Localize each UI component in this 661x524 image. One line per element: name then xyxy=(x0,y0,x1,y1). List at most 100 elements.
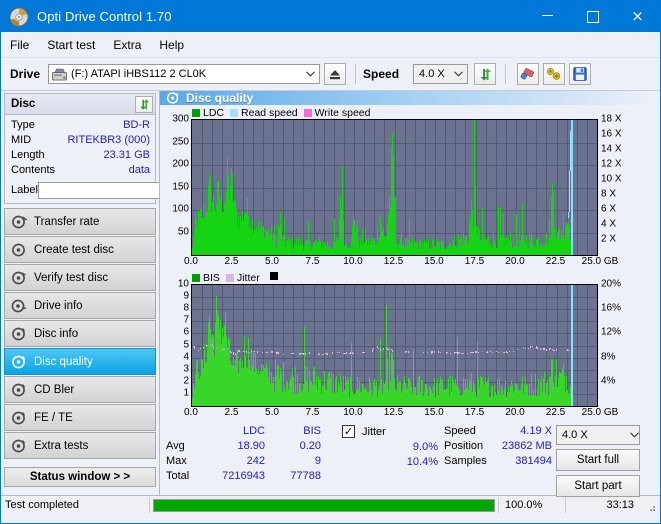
x-tick: 10.0 xyxy=(343,407,363,418)
y-tick: 250 xyxy=(172,136,189,147)
window-title: Opti Drive Control 1.70 xyxy=(37,9,172,24)
y-tick: 1 xyxy=(183,387,189,399)
menu-extra[interactable]: Extra xyxy=(113,38,141,52)
tools-button[interactable] xyxy=(543,63,566,85)
status-window-button[interactable]: Status window > > xyxy=(4,467,156,487)
disc-label-row: Label xyxy=(11,181,240,199)
stats-area: LDC BIS Avg 18.90 0.20 Max 242 9 Total 7… xyxy=(160,421,660,501)
chart-bis-plotrow: 1 2 3 4 5 6 7 8 9 10 4% 8% 12% 16% 20% xyxy=(164,279,656,407)
resize-grip[interactable] xyxy=(646,499,658,511)
erase-button[interactable] xyxy=(517,63,540,85)
x-tick: 12.5 xyxy=(383,407,404,418)
speed-select[interactable]: 4.0 X xyxy=(413,64,469,84)
toolbar-separator xyxy=(355,64,357,84)
save-button[interactable] xyxy=(569,63,592,85)
sidebar-item-cd-bler[interactable]: CD Bler xyxy=(4,376,156,403)
close-icon: × xyxy=(631,7,644,25)
sidebar-item-drive-info[interactable]: Drive info xyxy=(4,292,156,319)
disc-verify-icon xyxy=(11,270,27,286)
y2-tick: 16 X xyxy=(601,128,622,140)
legend-swatch-write-speed xyxy=(303,109,312,117)
y-tick: 9 xyxy=(183,290,189,302)
y2-tick: 16% xyxy=(601,302,622,314)
toolbar-separator-2 xyxy=(505,64,507,84)
disc-key-contents: Contents xyxy=(11,164,56,176)
x-tick: 15.0 xyxy=(424,407,444,418)
chart-bis-plot xyxy=(191,284,598,407)
samples-row: Samples 381494 xyxy=(444,455,552,467)
y-tick: 300 xyxy=(172,113,189,125)
y-tick: 7 xyxy=(183,314,189,326)
jitter-checkbox[interactable]: ✓ xyxy=(342,425,355,438)
sidebar-item-disc-info[interactable]: Disc info xyxy=(4,320,156,347)
measurements-column: Speed 4.19 X Position 23862 MB Samples 3… xyxy=(444,425,552,501)
y2-tick: 18 X xyxy=(601,113,622,125)
speed-value: 4.0 X xyxy=(419,68,445,80)
y-tick: 50 xyxy=(177,226,189,237)
drive-select[interactable]: (F:) ATAPI iHBS112 2 CL0K xyxy=(48,64,321,84)
y-tick: 2 xyxy=(183,375,189,387)
stats-header-ldc: LDC xyxy=(242,425,265,437)
sidebar-item-create-test-disc[interactable]: Create test disc xyxy=(4,236,156,263)
disc-value-contents: data xyxy=(128,164,150,176)
y-tick: 5 xyxy=(183,339,189,350)
y-tick: 100 xyxy=(172,203,189,215)
x-tick: 20.0 xyxy=(505,256,525,267)
jitter-header-row: ✓ Jitter xyxy=(342,425,438,438)
chart-ldc-y2-axis: 2 X 4 X 6 X 8 X 10 X 12 X 14 X 16 X 18 X xyxy=(598,114,630,256)
chart-bis-legend: BIS Jitter xyxy=(164,271,656,284)
test-speed-value: 4.0 X xyxy=(562,429,588,441)
sidebar-label-cd-bler: CD Bler xyxy=(34,383,75,396)
disc-row-type: Type BD-R xyxy=(11,118,150,133)
disc-speed-icon xyxy=(11,214,28,230)
chevron-down-icon-test-speed[interactable] xyxy=(630,429,639,441)
x-tick: 7.5 xyxy=(305,256,320,267)
toolbar: Drive (F:) ATAPI iHBS112 2 CL0K Speed 4.… xyxy=(1,58,660,91)
application-window: Opti Drive Control 1.70 × File Start tes… xyxy=(0,0,661,524)
chevron-down-icon[interactable] xyxy=(302,65,319,83)
chart-ldc-x-axis: 0.0 2.5 5.0 7.5 10.0 12.5 15.0 17.5 20.0 22.5 25.0… xyxy=(184,256,618,270)
start-full-button[interactable]: Start full xyxy=(556,449,640,471)
sidebar-item-transfer-rate[interactable]: Transfer rate xyxy=(4,208,156,235)
close-button[interactable]: × xyxy=(615,1,660,32)
y2-tick: 20% xyxy=(601,278,622,290)
y2-tick: 12% xyxy=(601,326,622,338)
status-text: Test completed xyxy=(5,499,79,511)
sidebar-item-verify-test-disc[interactable]: Verify test disc xyxy=(4,264,156,291)
chart-bis-x-axis: 0.0 2.5 5.0 7.5 10.0 12.5 15.0 17.5 20.0 22.5 25.0… xyxy=(184,407,618,421)
chart-ldc-y-axis: 50 100 150 200 250 300 xyxy=(164,114,191,256)
sidebar-label-disc-quality: Disc quality xyxy=(34,355,93,368)
progress-bar-fill xyxy=(154,499,494,511)
navigation-list: Transfer rate Create test disc Verify te… xyxy=(4,208,156,459)
x-tick: 15.0 xyxy=(424,256,444,267)
y-tick: 3 xyxy=(183,363,189,375)
sidebar-label-transfer-rate: Transfer rate xyxy=(34,215,100,228)
test-speed-select[interactable]: 4.0 X xyxy=(556,425,640,445)
eject-button[interactable] xyxy=(324,63,347,85)
jitter-column: ✓ Jitter 9.0% 10.4% xyxy=(342,425,438,501)
menu-help[interactable]: Help xyxy=(159,38,184,52)
sidebar-item-disc-quality[interactable]: Disc quality xyxy=(4,348,156,375)
chart-ldc-plot xyxy=(191,119,598,256)
sidebar-item-extra-tests[interactable]: Extra tests xyxy=(4,432,156,459)
legend-label-read-speed: Read speed xyxy=(241,107,298,119)
samples-value: 381494 xyxy=(515,455,552,467)
sidebar-label-create-test-disc: Create test disc xyxy=(34,243,114,256)
disc-info-box: Disc Type BD-R MID RITEKBR3 (000) Length… xyxy=(4,93,240,204)
sidebar-label-fe-te: FE / TE xyxy=(34,411,73,424)
y2-tick: 4% xyxy=(601,375,616,387)
legend-label-jitter: Jitter xyxy=(236,272,260,284)
disc-refresh-button[interactable] xyxy=(135,95,153,113)
maximize-button[interactable] xyxy=(570,1,615,32)
legend-swatch-read-speed xyxy=(230,109,239,117)
sidebar-item-fe-te[interactable]: FE / TE xyxy=(4,404,156,431)
sidebar-label-verify-test-disc: Verify test disc xyxy=(34,271,109,284)
menu-start-test[interactable]: Start test xyxy=(47,38,95,52)
speed-row: Speed 4.19 X xyxy=(444,425,552,437)
menu-file[interactable]: File xyxy=(10,38,29,52)
chevron-down-icon-speed[interactable] xyxy=(450,65,467,83)
x-tick: 25.0 GB xyxy=(581,407,619,418)
minimize-button[interactable] xyxy=(525,1,570,32)
start-part-button[interactable]: Start part xyxy=(556,475,640,497)
refresh-button[interactable] xyxy=(474,63,497,85)
